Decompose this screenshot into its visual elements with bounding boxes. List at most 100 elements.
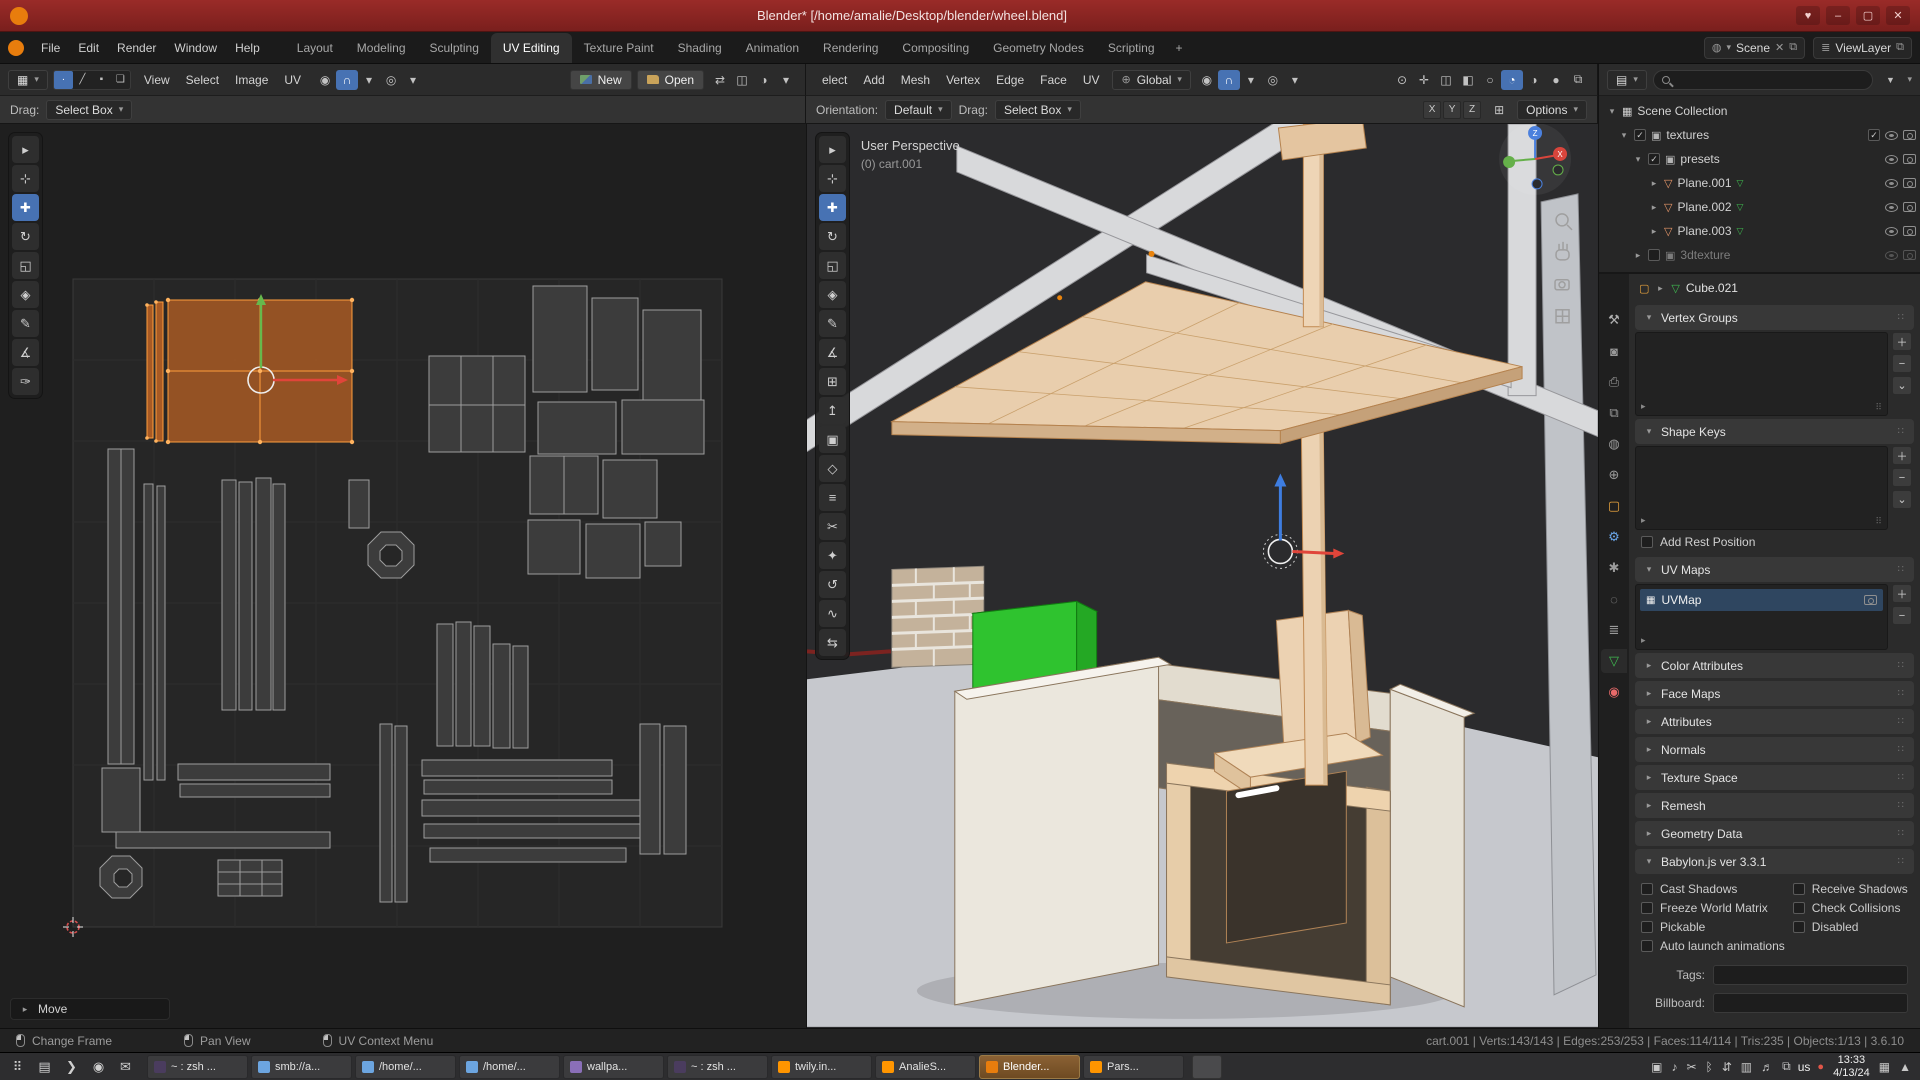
proportional-edit-icon[interactable]: ◎	[380, 70, 402, 90]
add-shape-key-button[interactable]: ＋	[1892, 446, 1912, 465]
chevron-right-icon[interactable]: ▸	[1649, 226, 1659, 237]
overlays-caret-icon[interactable]: ▾	[775, 70, 797, 90]
drag-grip-icon[interactable]: ∷	[1898, 426, 1905, 437]
billboard-dropdown[interactable]	[1713, 993, 1908, 1013]
menu-item[interactable]: Help	[226, 37, 269, 59]
snap-magnet-icon[interactable]: ∩	[336, 70, 358, 90]
workspace-tab[interactable]: Rendering	[811, 33, 890, 63]
taskbar-window-button[interactable]: /home/...	[355, 1055, 456, 1079]
babylon-panel-header[interactable]: ▾ Babylon.js ver 3.3.1 ∷	[1635, 849, 1914, 874]
drag-grip-icon[interactable]: ∷	[1898, 856, 1905, 867]
specials-menu-button[interactable]: ⌄	[1892, 490, 1912, 509]
3d-scene-svg[interactable]: Z X User Perspe	[807, 124, 1598, 1027]
view-layer-selector[interactable]: ≣ ViewLayer ⧉	[1813, 37, 1912, 59]
specials-icon[interactable]: ▸	[1641, 401, 1646, 412]
files-icon[interactable]: ▤	[32, 1055, 57, 1079]
edge-slide-tool[interactable]: ⇆	[819, 629, 846, 656]
object-tab[interactable]: ▢	[1601, 494, 1627, 518]
scale-tool[interactable]: ◱	[819, 252, 846, 279]
cart-body[interactable]	[955, 657, 1474, 1007]
cart-pole[interactable]	[1301, 432, 1327, 786]
menu-item[interactable]: Render	[108, 37, 165, 59]
babylon-option[interactable]: Receive Shadows	[1793, 882, 1908, 896]
volume-icon[interactable]: ♬	[1761, 1060, 1773, 1074]
menu-item[interactable]: Window	[165, 37, 226, 59]
workspace-tab[interactable]: Texture Paint	[572, 33, 666, 63]
cursor-tool[interactable]: ⊹	[819, 165, 846, 192]
tags-input[interactable]	[1713, 965, 1908, 985]
notification-icon[interactable]: ▣	[1651, 1060, 1662, 1074]
uv-sync-select-icon[interactable]: ⇄	[709, 70, 731, 90]
babylon-option[interactable]: Cast Shadows	[1641, 882, 1785, 896]
transform-tool[interactable]: ◈	[819, 281, 846, 308]
remove-vertex-group-button[interactable]: −	[1892, 354, 1912, 373]
shape-keys-list[interactable]: ▸ ⠿	[1635, 446, 1888, 530]
checkbox[interactable]	[1641, 940, 1653, 952]
taskbar-window-button[interactable]: ~ : zsh ...	[667, 1055, 768, 1079]
material-tab[interactable]: ◉	[1601, 680, 1627, 704]
new-image-button[interactable]: New	[570, 70, 632, 90]
rotate-tool[interactable]: ↻	[12, 223, 39, 250]
clipboard-icon[interactable]: ⧉	[1782, 1059, 1791, 1074]
orientation-dropdown[interactable]: Default ▾	[885, 100, 952, 120]
music-player-icon[interactable]: ♪	[1671, 1060, 1677, 1074]
browser-icon[interactable]: ◉	[86, 1055, 111, 1079]
vertex-groups-list[interactable]: ▸ ⠿	[1635, 332, 1888, 416]
workspace-tab[interactable]: Shading	[666, 33, 734, 63]
solid-shading-icon[interactable]: ◔	[1501, 70, 1523, 90]
drag-grip-icon[interactable]: ∷	[1898, 716, 1905, 727]
drag-grip-icon[interactable]: ∷	[1898, 800, 1905, 811]
checkbox[interactable]	[1793, 921, 1805, 933]
editor-type-button[interactable]: ▤ ▾	[1607, 70, 1647, 90]
babylon-option[interactable]: Freeze World Matrix	[1641, 901, 1785, 915]
drag-grip-icon[interactable]: ∷	[1898, 312, 1905, 323]
smooth-tool[interactable]: ∿	[819, 600, 846, 627]
specials-menu-button[interactable]: ⌄	[1892, 376, 1912, 395]
world-tab[interactable]: ⊕	[1601, 463, 1627, 487]
blender-menu-icon[interactable]	[8, 40, 24, 56]
3d-viewport-canvas[interactable]: Z X User Perspe	[806, 124, 1598, 1028]
loop-cut-tool[interactable]: ≡	[819, 484, 846, 511]
eject-icon[interactable]: ▲	[1899, 1060, 1911, 1074]
properties-panel-header[interactable]: ▸ Remesh ∷	[1635, 793, 1914, 818]
inset-faces-tool[interactable]: ▣	[819, 426, 846, 453]
outliner-row-scene-collection[interactable]: ▾ ▦ Scene Collection	[1603, 99, 1916, 123]
mirror-axis-toggle[interactable]: Z	[1463, 101, 1481, 119]
modifiers-tab[interactable]: ⚙	[1601, 525, 1627, 549]
options-dropdown[interactable]: Options ▾	[1517, 100, 1587, 120]
properties-panel-header[interactable]: ▸ Geometry Data ∷	[1635, 821, 1914, 846]
workspace-tab[interactable]: Compositing	[890, 33, 981, 63]
shape-keys-panel-header[interactable]: ▾ Shape Keys ∷	[1635, 419, 1914, 444]
exclude-checkbox[interactable]	[1868, 129, 1880, 141]
chevron-right-icon[interactable]: ▸	[1649, 202, 1659, 213]
add-vertex-group-button[interactable]: ＋	[1892, 332, 1912, 351]
taskbar-window-button[interactable]: Pars...	[1083, 1055, 1184, 1079]
annotate-tool[interactable]: ✎	[12, 310, 39, 337]
filter-icon[interactable]: ▼	[1879, 70, 1901, 90]
checkbox[interactable]	[1793, 902, 1805, 914]
menu-item[interactable]: Face	[1032, 70, 1075, 90]
eye-icon[interactable]	[1885, 131, 1898, 140]
uv-editor-canvas[interactable]: ▸⊹✚↻◱◈✎∡✑ ▸ Move	[0, 124, 806, 1028]
rotate-tool[interactable]: ↻	[819, 223, 846, 250]
pivot-point-icon[interactable]: ◉	[314, 70, 336, 90]
edge-select-mode-icon[interactable]: ╱	[73, 71, 92, 89]
scale-tool[interactable]: ◱	[12, 252, 39, 279]
mail-icon[interactable]: ✉	[113, 1055, 138, 1079]
wireframe-shading-icon[interactable]: ○	[1479, 70, 1501, 90]
scene-selector[interactable]: ◍ ▾ Scene ✕ ⧉	[1704, 37, 1805, 59]
particles-tab[interactable]: ✱	[1601, 556, 1627, 580]
tool-tab[interactable]: ⚒	[1601, 308, 1627, 332]
snap-magnet-icon[interactable]: ∩	[1218, 70, 1240, 90]
title-bar[interactable]: Blender* [/home/amalie/Desktop/blender/w…	[0, 0, 1920, 32]
add-cube-tool[interactable]: ⊞	[819, 368, 846, 395]
transform-orientation-dropdown[interactable]: ⊕ Global ▾	[1112, 70, 1190, 90]
workspace-tab[interactable]: Scripting	[1096, 33, 1167, 63]
workspace-tab[interactable]: Sculpting	[418, 33, 491, 63]
proportional-falloff-caret-icon[interactable]: ▾	[402, 70, 424, 90]
material-shading-icon[interactable]: ◑	[1523, 70, 1545, 90]
drag-grip-icon[interactable]: ∷	[1898, 660, 1905, 671]
eye-icon[interactable]	[1885, 203, 1898, 212]
camera-icon[interactable]	[1903, 202, 1916, 212]
properties-panel-header[interactable]: ▸ Face Maps ∷	[1635, 681, 1914, 706]
